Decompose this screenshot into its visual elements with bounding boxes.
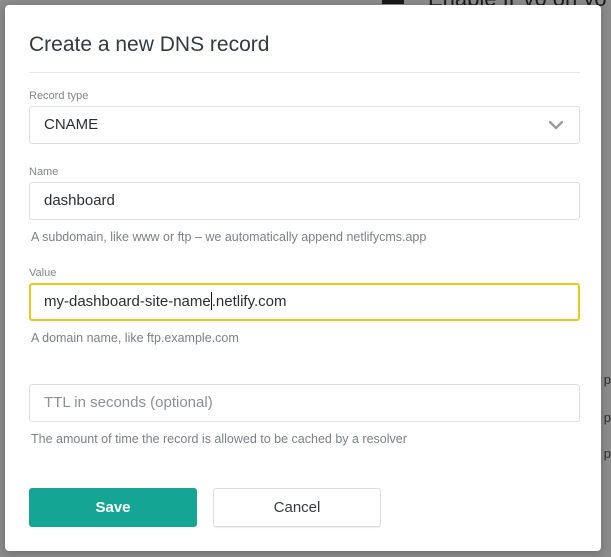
record-type-label: Record type (29, 90, 89, 102)
dns-record-modal: Create a new DNS record Record type CNAM… (5, 5, 601, 551)
ttl-input[interactable]: TTL in seconds (optional) (29, 384, 580, 422)
save-button[interactable]: Save (29, 488, 197, 527)
value-input-text-before-caret: my-dashboard-site-name (44, 293, 211, 310)
title-divider (29, 72, 580, 73)
record-type-select[interactable]: CNAME (29, 106, 580, 144)
value-input-text-after-caret: .netlify.com (211, 293, 287, 310)
name-input[interactable]: dashboard (29, 182, 580, 220)
value-input[interactable]: my-dashboard-site-name.netlify.com (29, 283, 580, 321)
value-label: Value (29, 267, 57, 279)
modal-title: Create a new DNS record (29, 33, 270, 56)
name-help-text: A subdomain, like www or ftp – we automa… (31, 230, 427, 244)
cancel-button[interactable]: Cancel (213, 488, 381, 527)
ttl-help-text: The amount of time the record is allowed… (31, 432, 407, 446)
value-help-text: A domain name, like ftp.example.com (31, 331, 239, 345)
name-input-value: dashboard (44, 192, 115, 209)
record-type-selected-value: CNAME (44, 116, 99, 133)
ttl-placeholder: TTL in seconds (optional) (44, 394, 213, 411)
chevron-down-icon (549, 121, 563, 130)
name-label: Name (29, 166, 59, 178)
